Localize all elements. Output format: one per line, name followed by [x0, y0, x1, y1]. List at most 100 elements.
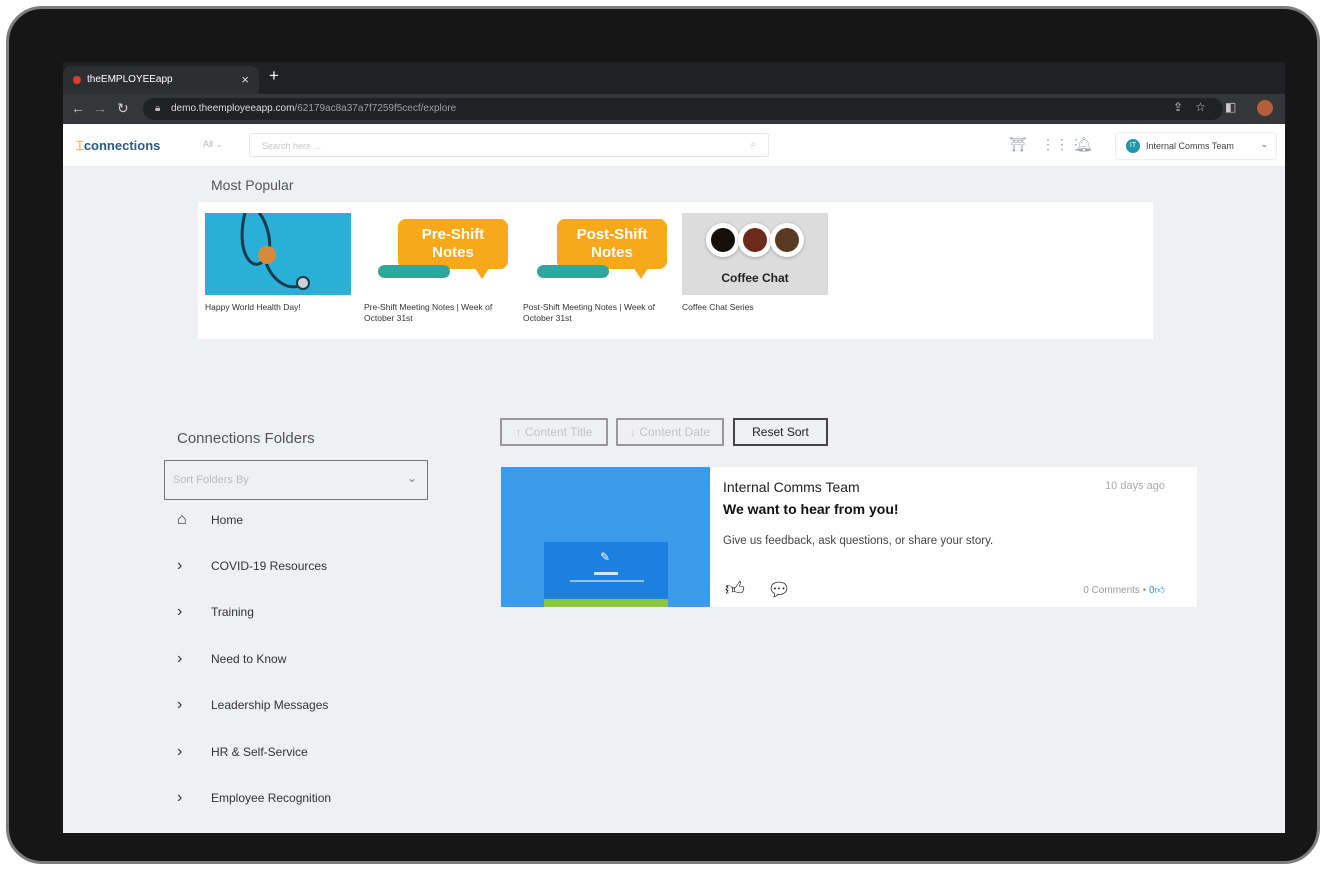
- post-author[interactable]: Internal Comms Team: [723, 479, 860, 495]
- folder-item-covid[interactable]: › COVID-19 Resources: [177, 557, 327, 575]
- user-badge-icon[interactable]: ⛩: [1009, 136, 1027, 153]
- search-scope-value: All: [203, 139, 214, 149]
- search-input[interactable]: Search here ... ⌕: [249, 133, 769, 157]
- thumb-text-line2: Notes: [432, 244, 474, 261]
- sort-date-label: Content Date: [639, 425, 711, 439]
- sort-folders-placeholder: Sort Folders By: [173, 474, 249, 486]
- comment-icon[interactable]: 💬︎: [767, 578, 791, 602]
- share-icon[interactable]: ⇪: [1173, 100, 1183, 114]
- speech-bubble: Pre-Shift Notes: [398, 219, 508, 279]
- folder-label: Need to Know: [211, 652, 287, 666]
- chevron-right-icon: ›: [177, 743, 183, 760]
- folder-label: HR & Self-Service: [211, 745, 308, 759]
- thumb-pill: [378, 265, 450, 278]
- popular-item-caption: Happy World Health Day!: [205, 302, 301, 312]
- app-logo[interactable]: ⌶connections: [76, 138, 160, 154]
- folder-item-recognition[interactable]: › Employee Recognition: [177, 789, 331, 807]
- coffee-cup-icon: [770, 223, 804, 257]
- folder-item-hr[interactable]: › HR & Self-Service: [177, 743, 308, 761]
- popular-item[interactable]: Coffee Chat Coffee Chat Series: [682, 213, 828, 313]
- sort-folders-select[interactable]: Sort Folders By ⌄: [164, 460, 428, 500]
- favicon-icon: [73, 76, 81, 84]
- chevron-down-icon: ⌄: [406, 471, 417, 485]
- browser-tabbar: theEMPLOYEEapp × +: [63, 62, 1285, 94]
- forward-icon[interactable]: →: [93, 100, 107, 116]
- new-tab-button[interactable]: +: [269, 66, 279, 86]
- popular-item[interactable]: Pre-Shift Notes Pre-Shift Meeting Notes |…: [364, 213, 510, 324]
- thumbs-up-icon[interactable]: 👍︎: [725, 578, 745, 601]
- folder-label: Employee Recognition: [211, 791, 332, 805]
- profile-avatar-icon[interactable]: [1257, 100, 1273, 116]
- popular-item[interactable]: Post-Shift Notes Post-Shift Meeting Notes…: [523, 213, 669, 324]
- folder-item-home[interactable]: ⌂ Home: [177, 511, 243, 529]
- stethoscope-thumbnail: [205, 213, 351, 295]
- thumb-text-line1: Pre-Shift: [421, 226, 485, 243]
- post-image: ✎: [501, 467, 710, 607]
- folder-item-need-to-know[interactable]: › Need to Know: [177, 650, 286, 668]
- arrow-up-icon: ↑: [515, 425, 522, 439]
- search-placeholder: Search here ...: [262, 141, 322, 151]
- speech-bubble: Post-Shift Notes: [557, 219, 667, 279]
- chevron-right-icon: ›: [177, 789, 183, 806]
- popular-item[interactable]: Happy World Health Day!: [205, 213, 351, 313]
- graphic-line: [594, 572, 618, 575]
- pre-shift-thumbnail: Pre-Shift Notes: [364, 213, 510, 295]
- tab-title: theEMPLOYEEapp: [87, 74, 173, 85]
- chevron-right-icon: ›: [177, 557, 183, 574]
- chevron-right-icon: ›: [177, 650, 183, 667]
- post-title[interactable]: We want to hear from you!: [723, 501, 899, 517]
- logo-mark-icon: ⌶: [76, 138, 84, 153]
- search-icon[interactable]: ⌕: [750, 139, 756, 150]
- laptop-frame: theEMPLOYEEapp × + ← → ↻ 🔒︎ demo.theempl…: [6, 6, 1320, 864]
- chevron-right-icon: ›: [177, 696, 183, 713]
- sort-title-button[interactable]: ↑ Content Title: [500, 418, 608, 446]
- reset-sort-button[interactable]: Reset Sort: [733, 418, 828, 446]
- coffee-cup-icon: [738, 223, 772, 257]
- post-timestamp: 10 days ago: [1105, 480, 1165, 492]
- back-icon[interactable]: ←: [71, 100, 85, 116]
- bell-icon[interactable]: 🔔︎: [1075, 136, 1093, 153]
- address-bar[interactable]: 🔒︎ demo.theemployeeapp.com/62179ac8a37a7…: [143, 98, 1223, 120]
- thumbs-up-icon: 👍︎: [1154, 585, 1165, 596]
- post-shift-thumbnail: Post-Shift Notes: [523, 213, 669, 295]
- tab-close-icon[interactable]: ×: [241, 72, 249, 87]
- browser-toolbar: ← → ↻ 🔒︎ demo.theemployeeapp.com/62179ac…: [63, 94, 1285, 124]
- team-name: Internal Comms Team: [1146, 141, 1234, 151]
- welcome-screen-graphic: ✎: [544, 542, 668, 607]
- sidebar-toggle-icon[interactable]: ◧: [1225, 100, 1236, 114]
- url-domain: demo.theemployeeapp.com: [171, 103, 295, 114]
- url-text: demo.theemployeeapp.com/62179ac8a37a7f72…: [171, 103, 456, 114]
- reload-icon[interactable]: ↻: [117, 100, 129, 117]
- thumb-text-line1: Post-Shift: [576, 226, 648, 243]
- thumb-pill: [537, 265, 609, 278]
- team-selector[interactable]: IT Internal Comms Team ⌄: [1115, 132, 1277, 160]
- folder-label: Leadership Messages: [211, 698, 329, 712]
- logo-text: connections: [83, 138, 161, 153]
- popular-item-caption: Pre-Shift Meeting Notes | Week of Octobe…: [364, 302, 493, 323]
- popular-item-caption: Coffee Chat Series: [682, 302, 754, 312]
- lock-icon: 🔒︎: [155, 103, 161, 114]
- chevron-down-icon: ⌄: [1260, 139, 1268, 149]
- folder-item-leadership[interactable]: › Leadership Messages: [177, 696, 328, 714]
- stethoscope-icon: [240, 213, 310, 290]
- post-stats: 0 Comments • 0👍︎: [1083, 585, 1165, 596]
- post-card[interactable]: ✎ Internal Comms Team 10 days ago We wan…: [501, 467, 1197, 607]
- home-icon: ⌂: [177, 511, 187, 528]
- comments-count[interactable]: 0 Comments: [1083, 585, 1140, 596]
- folder-item-training[interactable]: › Training: [177, 603, 254, 621]
- popular-item-caption: Post-Shift Meeting Notes | Week of Octob…: [523, 302, 655, 323]
- browser-tab[interactable]: theEMPLOYEEapp ×: [63, 66, 259, 94]
- sort-date-button[interactable]: ↓ Content Date: [616, 418, 724, 446]
- screen: theEMPLOYEEapp × + ← → ↻ 🔒︎ demo.theempl…: [63, 62, 1285, 833]
- folders-title: Connections Folders: [177, 430, 315, 447]
- post-body: Give us feedback, ask questions, or shar…: [723, 535, 994, 547]
- url-path: /62179ac8a37a7f7259f5cecf/explore: [294, 103, 457, 114]
- thumb-text: Coffee Chat: [721, 271, 789, 285]
- search-scope-select[interactable]: All ⌄: [203, 139, 223, 150]
- graphic-line: [570, 580, 644, 582]
- coffee-cup-icon: [706, 223, 740, 257]
- thumb-text-line2: Notes: [591, 244, 633, 261]
- bookmark-star-icon[interactable]: ☆: [1195, 100, 1206, 114]
- app-mark-icon: ✎: [600, 550, 611, 564]
- most-popular-carousel: Happy World Health Day! Pre-Shift Notes P…: [198, 202, 1153, 339]
